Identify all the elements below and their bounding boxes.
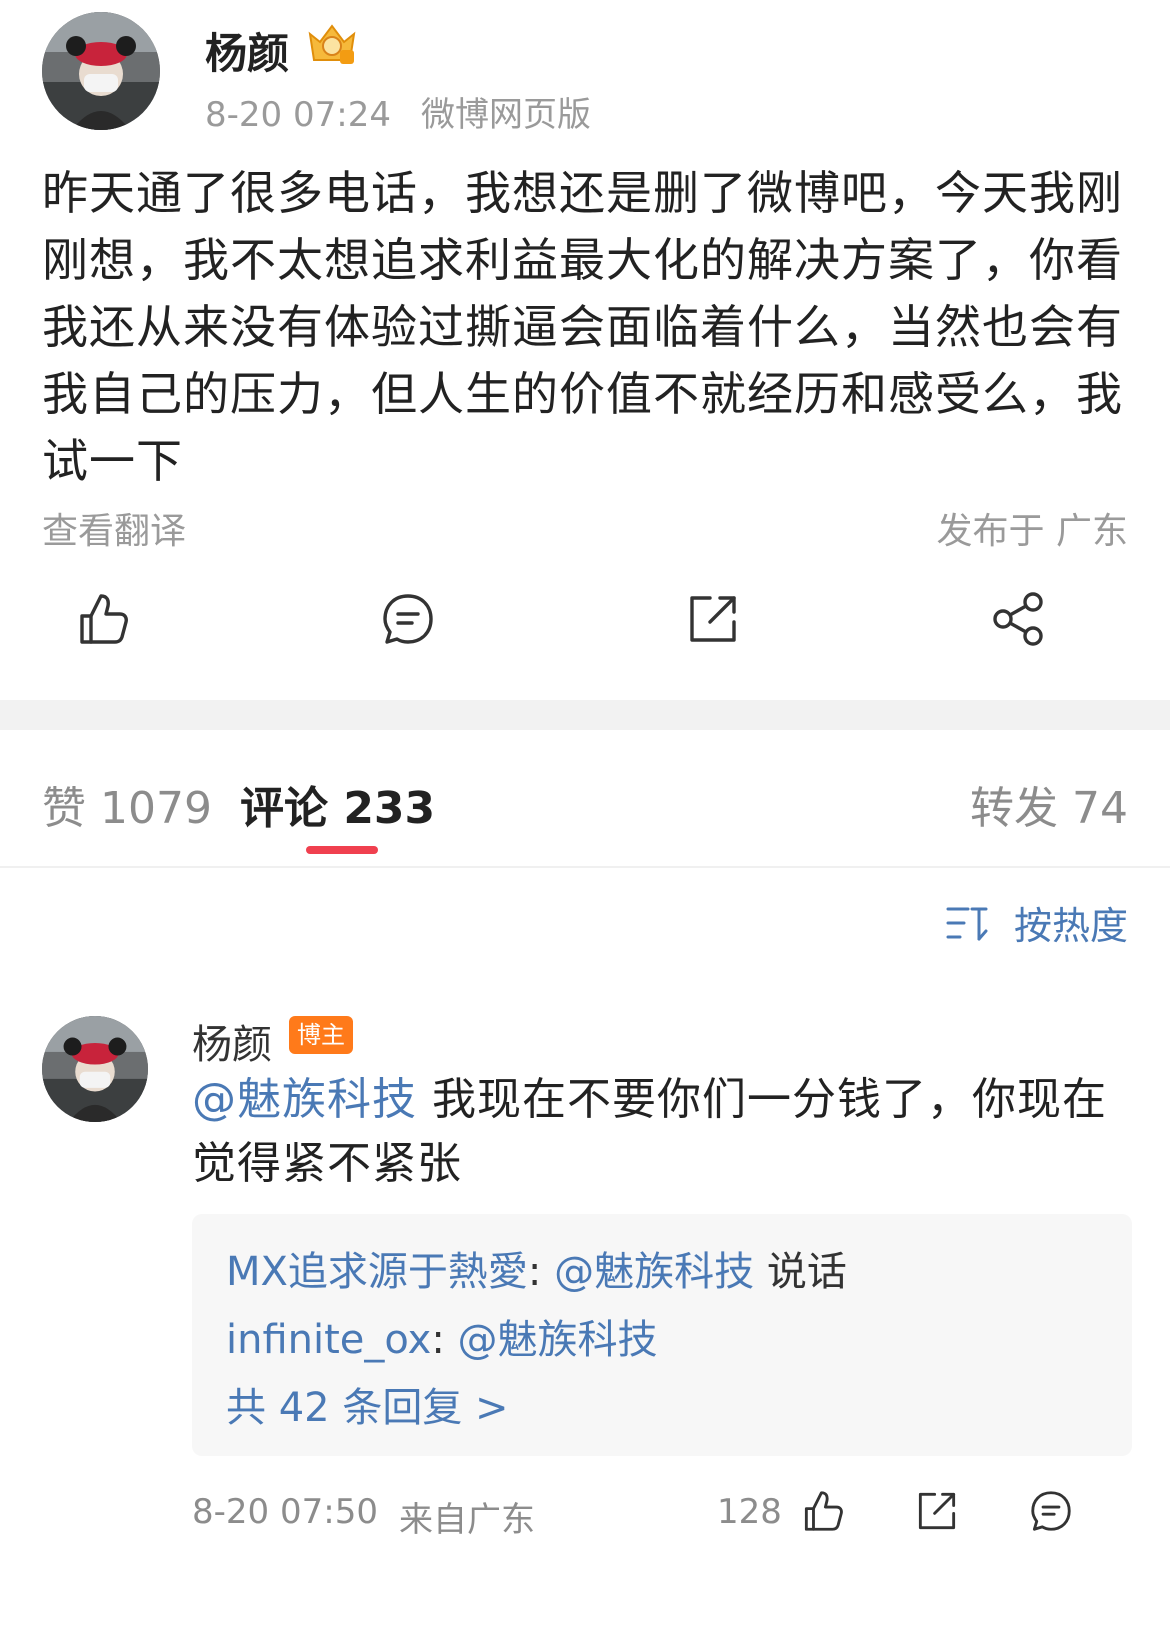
author-name[interactable]: 杨颜 [205, 20, 289, 81]
reply-user[interactable]: MX追求源于熱愛 [226, 1249, 528, 1295]
comment-repost-icon[interactable] [914, 1488, 960, 1534]
sort-label: 按热度 [1013, 904, 1128, 948]
reply-item: MX追求源于熱愛: @魅族科技 说话 [226, 1238, 1098, 1306]
post-time: 8-20 07:24 [205, 95, 391, 135]
section-divider [0, 700, 1170, 730]
comment-mention[interactable]: @魅族科技 [192, 1074, 417, 1125]
comment-footer: 8-20 07:50 来自广东 128 [42, 1488, 1132, 1548]
share-icon[interactable] [989, 590, 1047, 648]
comment-icon[interactable] [379, 590, 437, 648]
repost-icon[interactable] [684, 590, 742, 648]
author-avatar[interactable] [42, 12, 160, 130]
post-source: 微博网页版 [420, 95, 591, 135]
reply-mention[interactable]: @魅族科技 [458, 1317, 658, 1363]
reply-item: infinite_ox: @魅族科技 [226, 1306, 1098, 1374]
tab-comments[interactable]: 评论 233 [240, 772, 435, 836]
more-replies-link[interactable]: 共 42 条回复 > [226, 1374, 1098, 1442]
like-icon[interactable] [74, 590, 132, 648]
post-meta: 8-20 07:24 微博网页版 [205, 87, 591, 136]
sort-control[interactable]: 按热度 [944, 895, 1128, 950]
commenter-avatar[interactable] [42, 1016, 148, 1122]
avatar-image [42, 12, 160, 130]
translate-link[interactable]: 查看翻译 [42, 502, 186, 554]
reply-text: 说话 [754, 1249, 847, 1295]
reply-sep: : [431, 1317, 458, 1363]
sort-icon [946, 907, 988, 940]
reply-user[interactable]: infinite_ox [226, 1317, 431, 1363]
reply-preview[interactable]: MX追求源于熱愛: @魅族科技 说话 infinite_ox: @魅族科技 共 … [192, 1214, 1132, 1456]
comment-location: 来自广东 [399, 1500, 535, 1540]
comment-text: @魅族科技 我现在不要你们一分钱了，你现在觉得紧不紧张 [192, 1068, 1132, 1196]
comment-like-icon[interactable] [800, 1488, 846, 1534]
comment-like-count: 128 [717, 1492, 782, 1532]
reply-mention[interactable]: @魅族科技 [554, 1249, 754, 1295]
commenter-name[interactable]: 杨颜 [192, 1012, 272, 1070]
tab-reposts[interactable]: 转发 74 [970, 772, 1128, 836]
comment-time: 8-20 07:50 [192, 1492, 378, 1532]
post-header: 杨颜 8-20 07:24 微博网页版 [42, 12, 1142, 135]
active-tab-indicator [306, 846, 378, 854]
avatar-image [42, 1016, 148, 1122]
tab-likes[interactable]: 赞 1079 [42, 772, 212, 836]
crown-badge-icon [304, 20, 360, 68]
reply-sep: : [527, 1249, 555, 1295]
author-badge: 博主 [289, 1016, 353, 1054]
tab-bar: 赞 1079 评论 233 转发 74 [0, 730, 1170, 868]
comment-reply-icon[interactable] [1028, 1488, 1074, 1534]
action-bar [0, 590, 1170, 670]
post-body: 昨天通了很多电话，我想还是删了微博吧，今天我刚刚想，我不太想追求利益最大化的解决… [42, 166, 1123, 488]
post-location: 发布于 广东 [936, 511, 1128, 552]
